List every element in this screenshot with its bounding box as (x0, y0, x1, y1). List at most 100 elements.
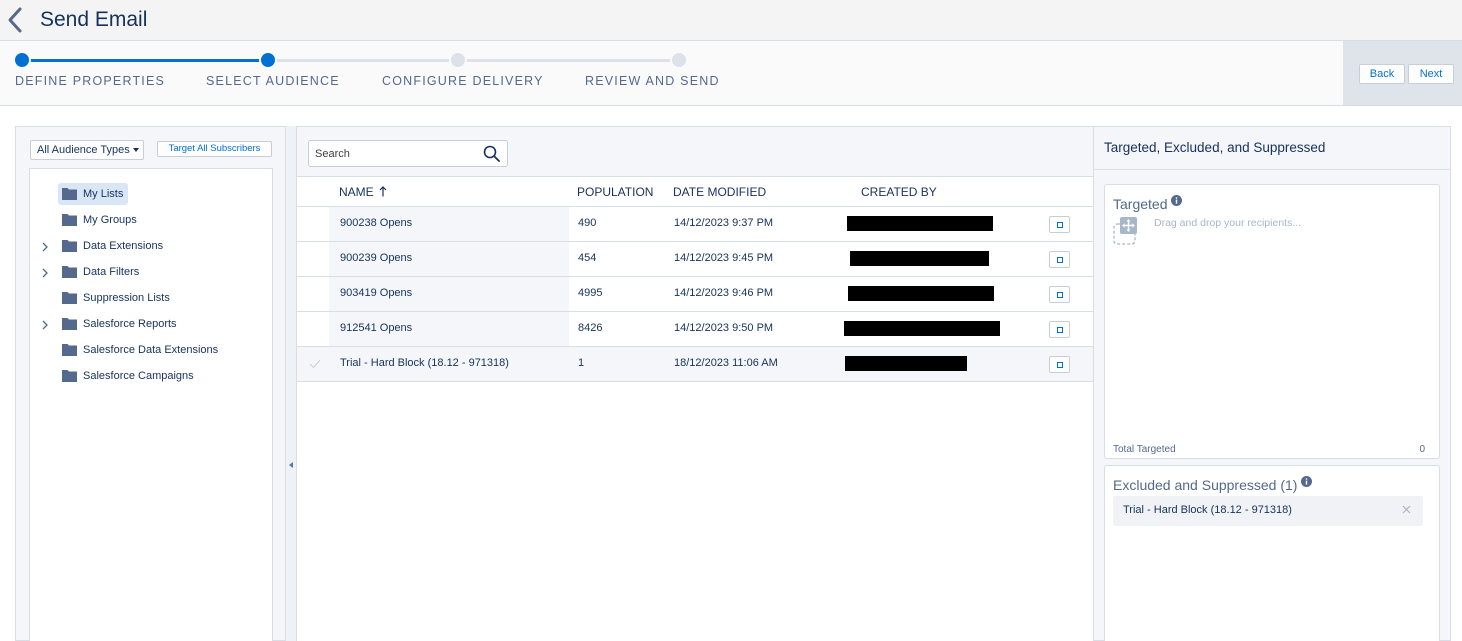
step-label-configure-delivery: CONFIGURE DELIVERY (382, 74, 544, 88)
excluded-heading: Excluded and Suppressed (1) (1113, 476, 1313, 493)
collapse-arrow-icon[interactable] (289, 462, 293, 468)
step-label-define-properties[interactable]: DEFINE PROPERTIES (15, 74, 165, 88)
table-row[interactable]: 900239 Opens 454 14/12/2023 9:45 PM (297, 242, 1093, 277)
table-row[interactable]: 900238 Opens 490 14/12/2023 9:37 PM (297, 207, 1093, 242)
tree-item-label: My Lists (83, 188, 124, 200)
tree-item-label: Data Extensions (83, 240, 164, 252)
row-population: 1 (578, 357, 585, 369)
tree-item-salesforce-reports[interactable]: Salesforce Reports (30, 313, 270, 337)
dropzone-placeholder: Drag and drop your recipients... (1154, 217, 1302, 229)
step-label-select-audience[interactable]: SELECT AUDIENCE (206, 74, 340, 88)
caret-down-icon (132, 148, 139, 153)
add-to-audience-button[interactable] (1049, 216, 1070, 233)
recipients-panel-title: Targeted, Excluded, and Suppressed (1104, 140, 1326, 155)
sort-ascending-icon (379, 186, 387, 197)
chevron-right-icon[interactable] (41, 268, 49, 278)
tree-item-label: Salesforce Data Extensions (83, 344, 219, 356)
tree-item-salesforce-data-extensions[interactable]: Salesforce Data Extensions (30, 339, 270, 363)
row-population: 490 (578, 217, 597, 229)
add-to-audience-button[interactable] (1049, 356, 1070, 373)
tree-item-data-filters[interactable]: Data Filters (30, 261, 270, 285)
chevron-right-icon[interactable] (41, 320, 49, 330)
info-icon[interactable] (1301, 476, 1313, 487)
close-icon[interactable] (1402, 505, 1411, 514)
audience-type-dropdown[interactable]: All Audience Types (30, 140, 144, 160)
square-icon (1057, 327, 1063, 333)
tree-item-data-extensions[interactable]: Data Extensions (30, 235, 270, 259)
redacted-created-by (844, 321, 1000, 336)
row-name: 912541 Opens (340, 322, 413, 334)
targeted-heading-label: Targeted (1113, 196, 1168, 212)
column-header-created-by[interactable]: CREATED BY (861, 185, 937, 199)
tree-item-my-groups[interactable]: My Groups (30, 209, 270, 233)
back-arrow-icon[interactable] (6, 6, 24, 34)
tree-item-label: Suppression Lists (83, 292, 170, 304)
column-header-date-modified[interactable]: DATE MODIFIED (673, 185, 766, 199)
wizard-progress: DEFINE PROPERTIES SELECT AUDIENCE CONFIG… (0, 41, 1462, 106)
excluded-item-pill: Trial - Hard Block (18.12 - 971318) (1113, 496, 1423, 526)
row-date-modified: 14/12/2023 9:50 PM (674, 322, 774, 334)
row-date-modified: 14/12/2023 9:46 PM (674, 287, 774, 299)
redacted-created-by (845, 356, 967, 371)
search-toolbar (297, 127, 1093, 177)
column-header-label: NAME (339, 185, 374, 199)
column-header-name[interactable]: NAME (339, 185, 387, 199)
page-title: Send Email (40, 8, 148, 31)
row-date-modified: 18/12/2023 11:06 AM (674, 357, 778, 369)
next-button[interactable]: Next (1408, 64, 1454, 84)
column-header-population[interactable]: POPULATION (577, 185, 653, 199)
wizard-track-pending (270, 59, 680, 62)
table-row[interactable]: 912541 Opens 8426 14/12/2023 9:50 PM (297, 312, 1093, 347)
redacted-created-by (848, 286, 994, 301)
target-all-subscribers-button[interactable]: Target All Subscribers (157, 141, 272, 157)
row-population: 454 (578, 252, 597, 264)
square-icon (1057, 292, 1063, 298)
folder-icon (62, 318, 77, 330)
row-date-modified: 14/12/2023 9:45 PM (674, 252, 774, 264)
search-icon[interactable] (483, 145, 500, 162)
redacted-created-by (850, 251, 989, 266)
folder-icon (62, 188, 77, 200)
row-name: 900239 Opens (340, 252, 413, 264)
tree-item-my-lists[interactable]: My Lists (30, 183, 270, 207)
folder-icon (62, 266, 77, 278)
step-dot-define-properties[interactable] (13, 51, 31, 69)
total-targeted-label: Total Targeted (1113, 444, 1176, 455)
folder-icon (62, 344, 77, 356)
excluded-dropzone[interactable]: Excluded and Suppressed (1) Trial - Hard… (1104, 465, 1440, 641)
row-name: 903419 Opens (340, 287, 413, 299)
tree-item-suppression-lists[interactable]: Suppression Lists (30, 287, 270, 311)
info-icon[interactable] (1171, 195, 1183, 206)
back-button[interactable]: Back (1359, 64, 1405, 84)
square-icon (1057, 222, 1063, 228)
excluded-item-label: Trial - Hard Block (18.12 - 971318) (1123, 504, 1292, 516)
table-row[interactable]: 903419 Opens 4995 14/12/2023 9:46 PM (297, 277, 1093, 312)
folder-icon (62, 214, 77, 226)
add-to-audience-button[interactable] (1049, 321, 1070, 338)
step-dot-configure-delivery (449, 51, 467, 69)
search-input[interactable] (308, 140, 508, 167)
tree-item-salesforce-campaigns[interactable]: Salesforce Campaigns (30, 365, 270, 389)
add-to-audience-button[interactable] (1049, 286, 1070, 303)
targeted-dropzone[interactable]: Targeted Drag and drop your recipients..… (1104, 184, 1440, 459)
step-dot-select-audience[interactable] (259, 51, 277, 69)
chevron-right-icon[interactable] (41, 242, 49, 252)
square-icon (1057, 362, 1063, 368)
tree-item-label: My Groups (83, 214, 137, 226)
table-row-selected[interactable]: Trial - Hard Block (18.12 - 971318) 1 18… (297, 347, 1093, 382)
step-dot-review-and-send (670, 51, 688, 69)
total-targeted-value: 0 (1419, 444, 1425, 455)
row-population: 8426 (578, 322, 603, 334)
add-to-audience-button[interactable] (1049, 251, 1070, 268)
drag-drop-icon (1113, 217, 1137, 245)
row-population: 4995 (578, 287, 603, 299)
tree-item-label: Data Filters (83, 266, 140, 278)
wizard-track-complete (24, 59, 270, 62)
list-table-panel: NAME POPULATION DATE MODIFIED CREATED BY… (297, 126, 1093, 641)
folder-icon (62, 292, 77, 304)
row-date-modified: 14/12/2023 9:37 PM (674, 217, 774, 229)
square-icon (1057, 257, 1063, 263)
tree-item-label: Salesforce Reports (83, 318, 177, 330)
targeted-heading: Targeted (1113, 195, 1183, 212)
panel-splitter[interactable] (285, 126, 297, 641)
